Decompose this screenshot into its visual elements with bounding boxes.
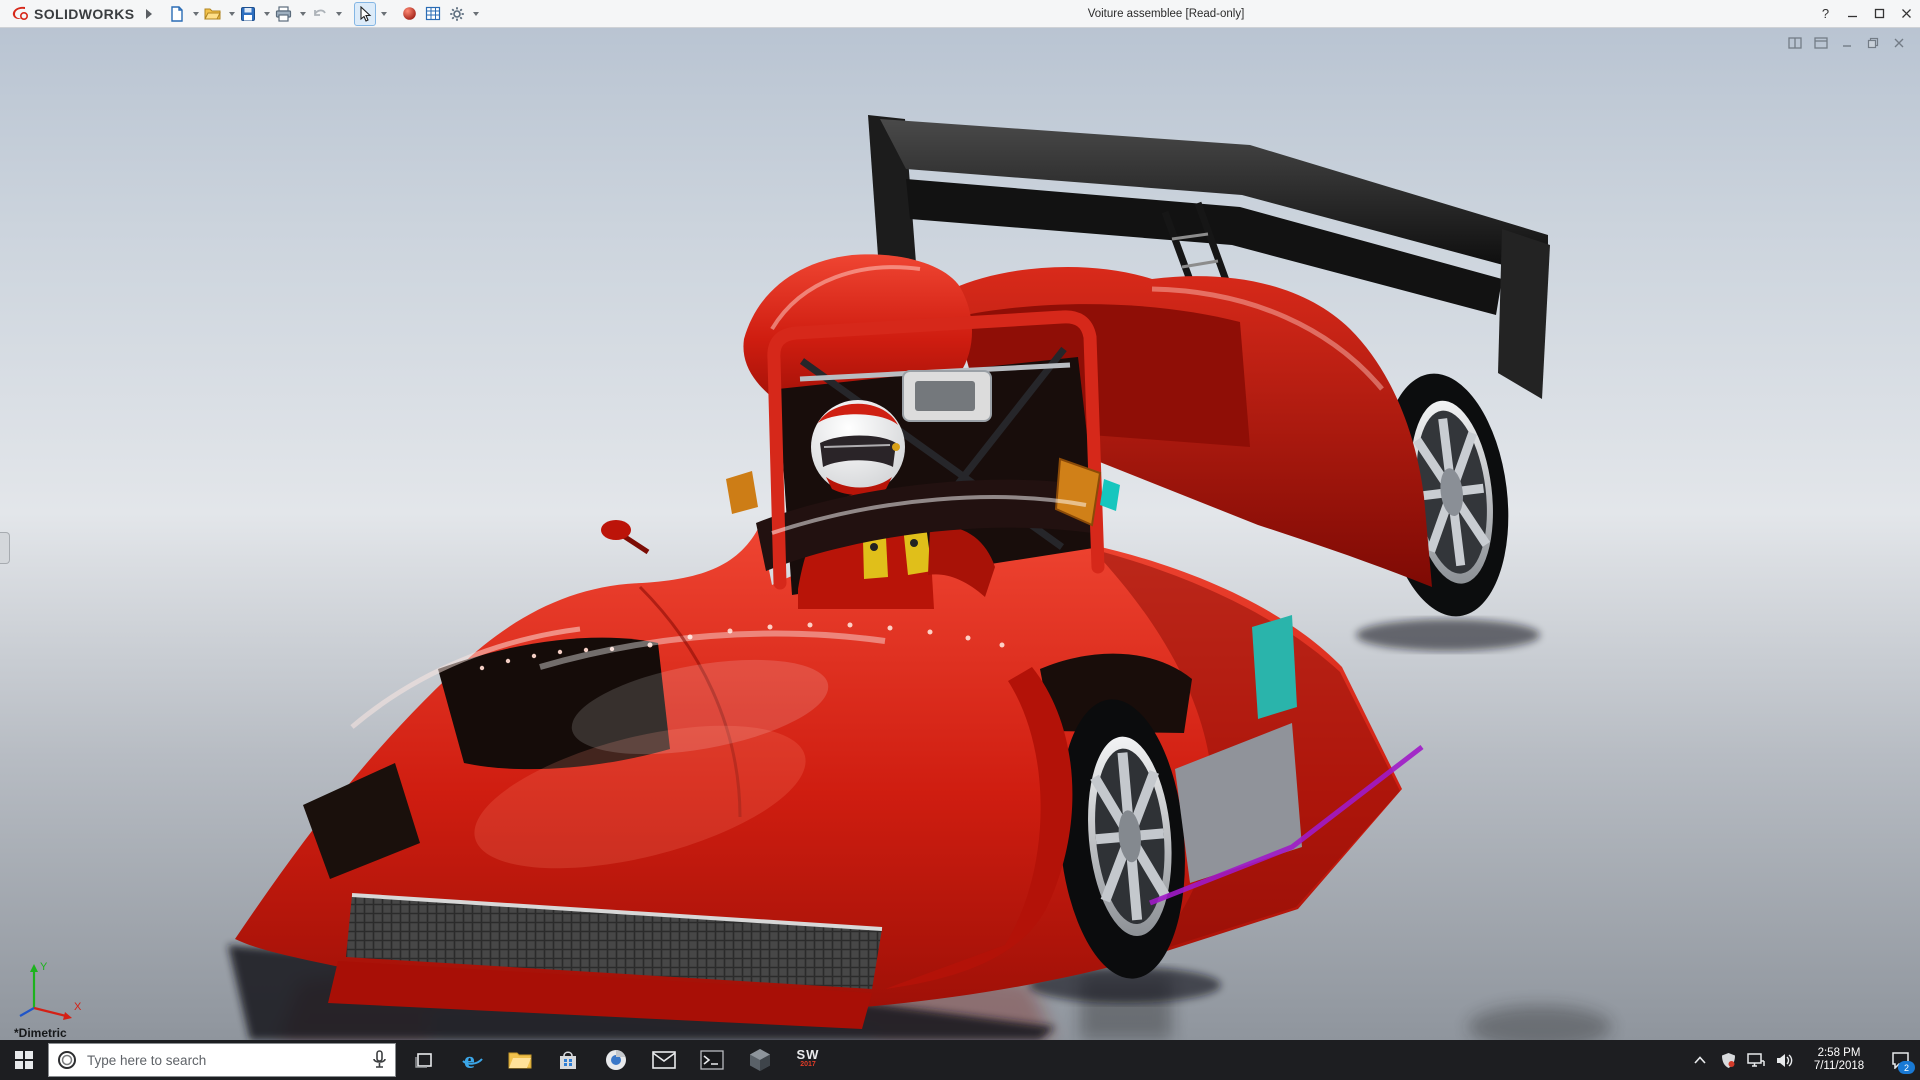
taskbar-item-mail[interactable] — [640, 1040, 688, 1080]
tray-overflow-button[interactable] — [1686, 1040, 1714, 1080]
tray-network-icon[interactable] — [1742, 1040, 1770, 1080]
open-folder-icon — [204, 6, 221, 21]
tray-volume-icon[interactable] — [1770, 1040, 1798, 1080]
appearance-button[interactable] — [399, 3, 420, 25]
new-document-icon — [169, 6, 185, 22]
options-dropdown[interactable] — [473, 12, 479, 16]
open-dropdown[interactable] — [229, 12, 235, 16]
taskbar-item-terminal[interactable] — [688, 1040, 736, 1080]
options-button[interactable] — [446, 3, 468, 25]
start-button[interactable] — [0, 1040, 48, 1080]
maximize-button[interactable] — [1866, 0, 1893, 27]
red-sphere-icon — [402, 6, 417, 21]
windows-logo-icon — [15, 1051, 33, 1069]
new-document-dropdown[interactable] — [193, 12, 199, 16]
clock-time: 2:58 PM — [1800, 1047, 1878, 1060]
menu-flyout-arrow[interactable] — [146, 9, 152, 19]
terminal-icon — [700, 1050, 724, 1070]
taskbar-item-edge[interactable]: e — [448, 1040, 496, 1080]
graphics-viewport[interactable]: Y X *Dimetric — [0, 27, 1920, 1040]
taskbar-search[interactable] — [48, 1043, 396, 1077]
browser-icon — [604, 1048, 628, 1072]
save-icon — [240, 6, 256, 22]
tray-clock[interactable]: 2:58 PM 7/11/2018 — [1798, 1047, 1880, 1073]
tray-security-icon[interactable] — [1714, 1040, 1742, 1080]
mail-icon — [652, 1051, 676, 1069]
tile-window-icon[interactable] — [1786, 35, 1804, 50]
taskbar-item-browser[interactable] — [592, 1040, 640, 1080]
cube-app-icon — [749, 1048, 771, 1072]
main-toolbar — [166, 2, 479, 26]
orientation-triad[interactable]: Y X — [14, 958, 86, 1024]
close-button[interactable] — [1893, 0, 1920, 27]
store-bag-icon — [557, 1049, 579, 1071]
taskbar-item-solidworks[interactable]: SW 2017 — [784, 1040, 832, 1080]
help-button[interactable]: ? — [1812, 0, 1839, 27]
undo-button[interactable] — [308, 3, 331, 25]
cortana-icon — [57, 1050, 77, 1070]
network-icon — [1747, 1053, 1765, 1068]
view-orientation-label: *Dimetric — [14, 1026, 67, 1040]
undo-icon — [311, 6, 328, 21]
taskbar-item-cad-cube[interactable] — [736, 1040, 784, 1080]
window-controls: ? — [1812, 0, 1920, 27]
taskbar: e — [0, 1040, 1920, 1080]
microphone-icon[interactable] — [372, 1050, 387, 1070]
titlebar: SOLIDWORKS — [0, 0, 1920, 28]
doc-close-icon[interactable] — [1890, 35, 1908, 50]
shield-icon — [1721, 1052, 1736, 1069]
notification-badge: 2 — [1898, 1061, 1915, 1074]
print-button[interactable] — [272, 3, 295, 25]
feature-panel-collapse-handle[interactable] — [0, 532, 10, 564]
maximize-icon — [1874, 8, 1885, 19]
task-view-button[interactable] — [400, 1040, 448, 1080]
side-window-teal — [1252, 615, 1297, 719]
evaluate-sheet-button[interactable] — [422, 3, 444, 25]
minimize-icon — [1847, 8, 1858, 19]
select-arrow-icon — [358, 6, 372, 22]
triad-y-label: Y — [40, 961, 48, 973]
brand-name: SOLIDWORKS — [34, 6, 134, 22]
new-view-window-icon[interactable] — [1812, 35, 1830, 50]
ds-logo-icon — [10, 5, 30, 23]
undo-dropdown[interactable] — [336, 12, 342, 16]
window-title: Voiture assemblee [Read-only] — [1088, 8, 1245, 20]
task-view-icon — [414, 1051, 434, 1069]
save-dropdown[interactable] — [264, 12, 270, 16]
solidworks-app-icon: SW — [797, 1050, 820, 1060]
file-explorer-icon — [508, 1050, 532, 1070]
edge-icon: e — [464, 1048, 475, 1073]
action-center-button[interactable]: 2 — [1880, 1040, 1920, 1080]
select-tool-dropdown[interactable] — [381, 12, 387, 16]
system-tray: 2:58 PM 7/11/2018 2 — [1686, 1040, 1920, 1080]
document-window-controls — [1786, 35, 1908, 50]
open-button[interactable] — [201, 3, 224, 25]
taskbar-item-file-explorer[interactable] — [496, 1040, 544, 1080]
gear-icon — [449, 6, 465, 22]
triad-x-label: X — [74, 1001, 82, 1013]
solidworks-app-year: 2017 — [800, 1060, 816, 1070]
car-model-3d-view[interactable] — [0, 27, 1920, 1040]
select-tool-button[interactable] — [354, 2, 376, 26]
print-dropdown[interactable] — [300, 12, 306, 16]
close-icon — [1901, 8, 1912, 19]
search-input[interactable] — [85, 1052, 364, 1069]
clock-date: 7/11/2018 — [1800, 1060, 1878, 1073]
doc-minimize-icon[interactable] — [1838, 35, 1856, 50]
new-document-button[interactable] — [166, 3, 188, 25]
spreadsheet-icon — [425, 6, 441, 21]
print-icon — [275, 6, 292, 22]
chevron-up-icon — [1694, 1056, 1706, 1064]
solidworks-logo: SOLIDWORKS — [0, 5, 140, 23]
taskbar-item-store[interactable] — [544, 1040, 592, 1080]
minimize-button[interactable] — [1839, 0, 1866, 27]
side-mirror[interactable] — [601, 520, 648, 552]
save-button[interactable] — [237, 3, 259, 25]
doc-restore-icon[interactable] — [1864, 35, 1882, 50]
speaker-icon — [1776, 1053, 1793, 1068]
